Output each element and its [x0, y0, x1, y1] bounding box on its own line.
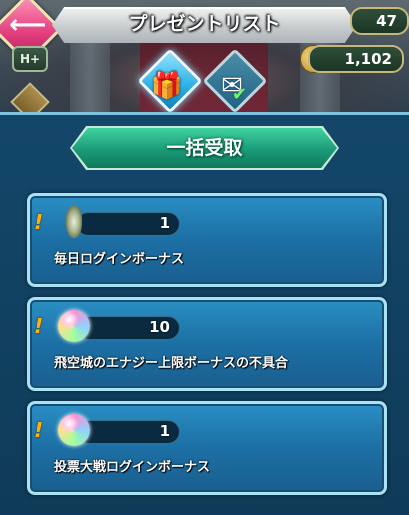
check-icon: ✔ — [232, 84, 248, 105]
orb-counter: 1,102 — [308, 45, 404, 73]
present-card[interactable]: ! 1 毎日ログインボーナス — [27, 193, 387, 287]
claim-all-label: 一括受取 — [166, 137, 243, 159]
present-label: 飛空城のエナジー上限ボーナスの不具合 — [54, 356, 289, 371]
page-title: プレゼントリスト — [128, 13, 281, 35]
new-alert-icon: ! — [34, 210, 44, 234]
present-quantity: 10 — [149, 318, 170, 336]
present-card[interactable]: ! 10 飛空城のエナジー上限ボーナスの不具合 — [27, 297, 387, 391]
present-quantity: 1 — [159, 422, 170, 440]
new-alert-icon: ! — [34, 418, 44, 442]
present-label: 投票大戦ログインボーナス — [54, 460, 211, 475]
new-alert-icon: ! — [34, 314, 44, 338]
gift-icon: 🎁 — [150, 71, 184, 101]
present-quantity: 1 — [159, 214, 170, 232]
present-card[interactable]: ! 1 投票大戦ログインボーナス — [27, 401, 387, 495]
present-label: 毎日ログインボーナス — [54, 252, 185, 267]
hero-merge-icon[interactable]: H+ — [12, 46, 48, 72]
back-arrow-icon: ⟵ — [9, 10, 47, 40]
top-counter: 47 — [350, 7, 409, 35]
